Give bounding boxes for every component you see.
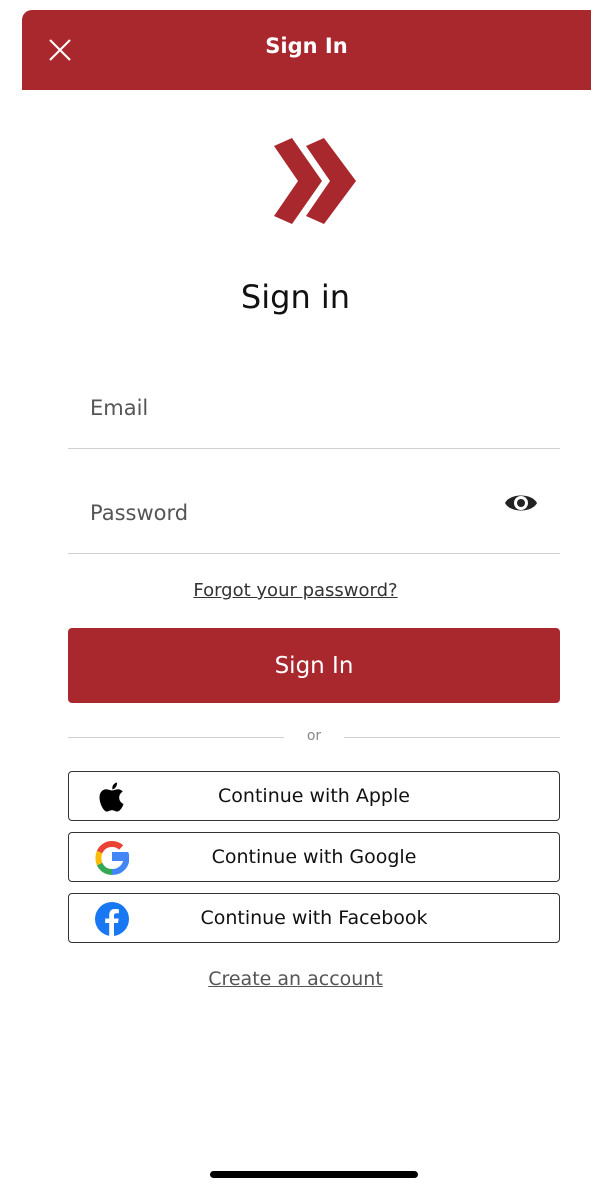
continue-with-facebook-button[interactable]: Continue with Facebook bbox=[68, 893, 560, 943]
password-input[interactable] bbox=[90, 473, 490, 553]
sign-in-button[interactable]: Sign In bbox=[68, 628, 560, 703]
create-account-link[interactable]: Create an account bbox=[0, 968, 591, 990]
or-divider: or bbox=[68, 728, 560, 748]
continue-with-apple-button[interactable]: Continue with Apple bbox=[68, 771, 560, 821]
google-button-label: Continue with Google bbox=[211, 846, 417, 868]
header-title: Sign In bbox=[265, 34, 348, 58]
divider-line-right bbox=[344, 737, 560, 738]
eye-icon bbox=[505, 495, 537, 511]
email-field bbox=[68, 368, 560, 449]
divider-or-text: or bbox=[306, 728, 322, 744]
apple-button-label: Continue with Apple bbox=[218, 785, 410, 807]
password-field bbox=[68, 473, 560, 554]
show-password-button[interactable] bbox=[504, 491, 538, 515]
email-input[interactable] bbox=[90, 368, 490, 448]
continue-with-google-button[interactable]: Continue with Google bbox=[68, 832, 560, 882]
sign-in-screen: Sign In Sign in Forgot your password? Si… bbox=[0, 0, 591, 1182]
facebook-button-label: Continue with Facebook bbox=[200, 907, 428, 929]
home-indicator[interactable] bbox=[210, 1171, 418, 1178]
forgot-password-link[interactable]: Forgot your password? bbox=[0, 580, 591, 601]
page-title: Sign in bbox=[240, 278, 351, 316]
double-chevron-right-logo bbox=[274, 138, 356, 224]
header-bar: Sign In bbox=[22, 10, 591, 90]
